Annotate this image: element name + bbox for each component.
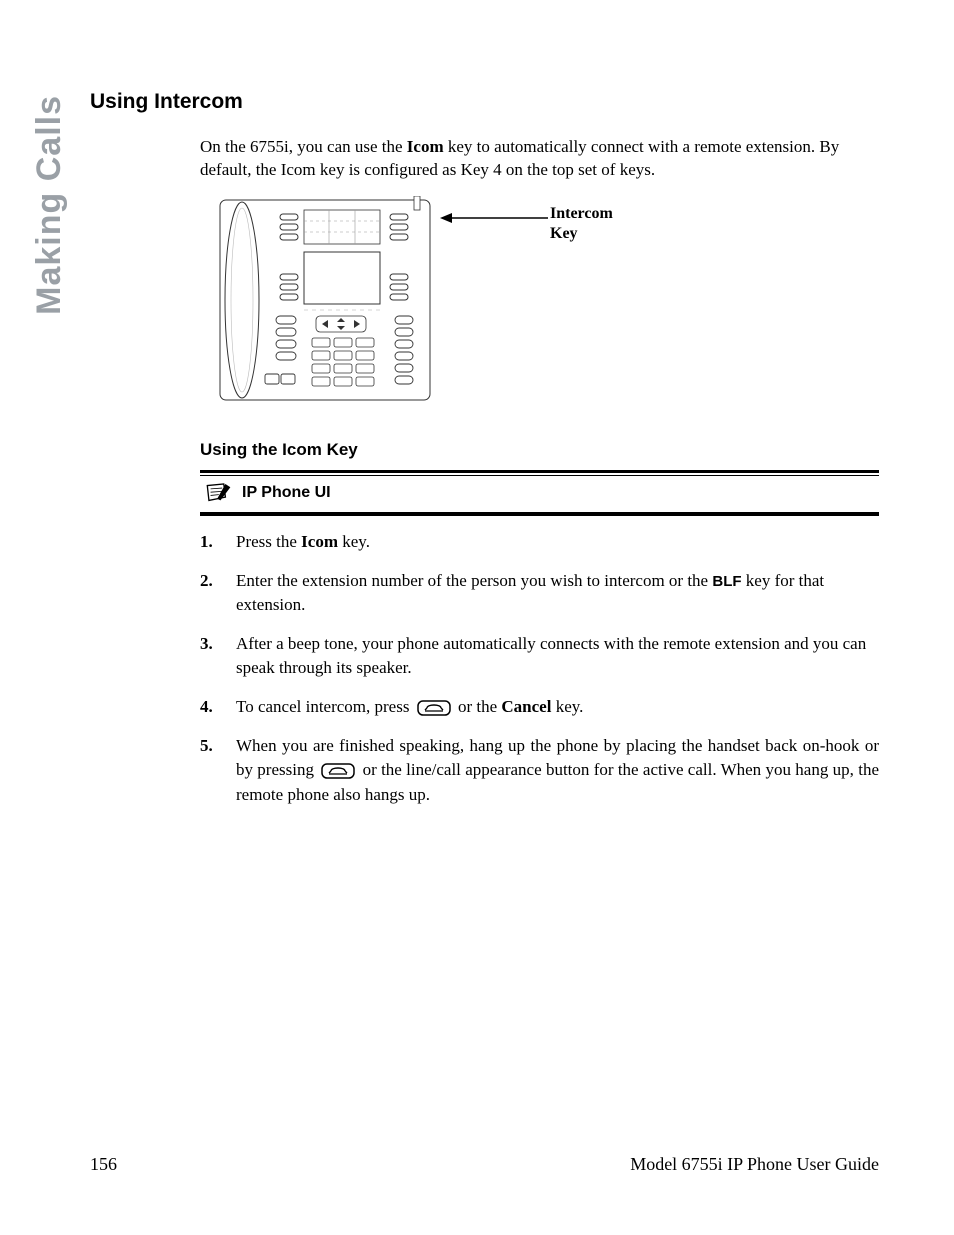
step-4-num: 4. <box>200 695 222 720</box>
step-5-num: 5. <box>200 734 222 808</box>
phone-illustration-icon <box>200 196 440 406</box>
step-3-text: After a beep tone, your phone automatica… <box>236 632 879 681</box>
step-4-b: or the <box>458 697 501 716</box>
intro-text-1: On the 6755i, you can use the <box>200 137 407 156</box>
step-5-text: When you are finished speaking, hang up … <box>236 734 879 808</box>
callout-line-1: Intercom <box>550 204 613 224</box>
callout-line-2: Key <box>550 224 613 244</box>
step-4-text: To cancel intercom, press or the Cancel … <box>236 695 879 720</box>
sub-heading: Using the Icom Key <box>90 440 879 460</box>
ip-phone-ui-banner: IP Phone UI <box>200 470 879 516</box>
side-tab: Making Calls <box>30 95 69 315</box>
step-1-text: Press the Icom key. <box>236 530 879 555</box>
step-4-c: key. <box>551 697 583 716</box>
step-1-num: 1. <box>200 530 222 555</box>
step-2-a: Enter the extension number of the person… <box>236 571 712 590</box>
steps-list: 1. Press the Icom key. 2. Enter the exte… <box>200 530 879 808</box>
footer-page-number: 156 <box>90 1154 117 1175</box>
callout-arrow-icon <box>440 206 550 230</box>
step-3-num: 3. <box>200 632 222 681</box>
page-footer: 156 Model 6755i IP Phone User Guide <box>90 1154 879 1175</box>
step-2-blf: BLF <box>712 573 741 590</box>
goodbye-key-icon <box>321 763 355 779</box>
footer-title: Model 6755i IP Phone User Guide <box>630 1154 879 1175</box>
step-1-bold: Icom <box>301 532 338 551</box>
section-heading: Using Intercom <box>90 90 879 114</box>
step-2-text: Enter the extension number of the person… <box>236 569 879 618</box>
intro-paragraph: On the 6755i, you can use the Icom key t… <box>90 136 879 182</box>
step-1-b: key. <box>338 532 370 551</box>
step-4-bold: Cancel <box>501 697 551 716</box>
step-2-num: 2. <box>200 569 222 618</box>
notepad-pencil-icon <box>204 482 232 504</box>
intro-bold-icom: Icom <box>407 137 444 156</box>
step-4-a: To cancel intercom, press <box>236 697 414 716</box>
step-1-a: Press the <box>236 532 301 551</box>
ip-phone-ui-label: IP Phone UI <box>242 484 331 502</box>
callout-label: Intercom Key <box>550 204 613 244</box>
goodbye-key-icon <box>417 700 451 716</box>
phone-figure: Intercom Key <box>90 196 879 406</box>
